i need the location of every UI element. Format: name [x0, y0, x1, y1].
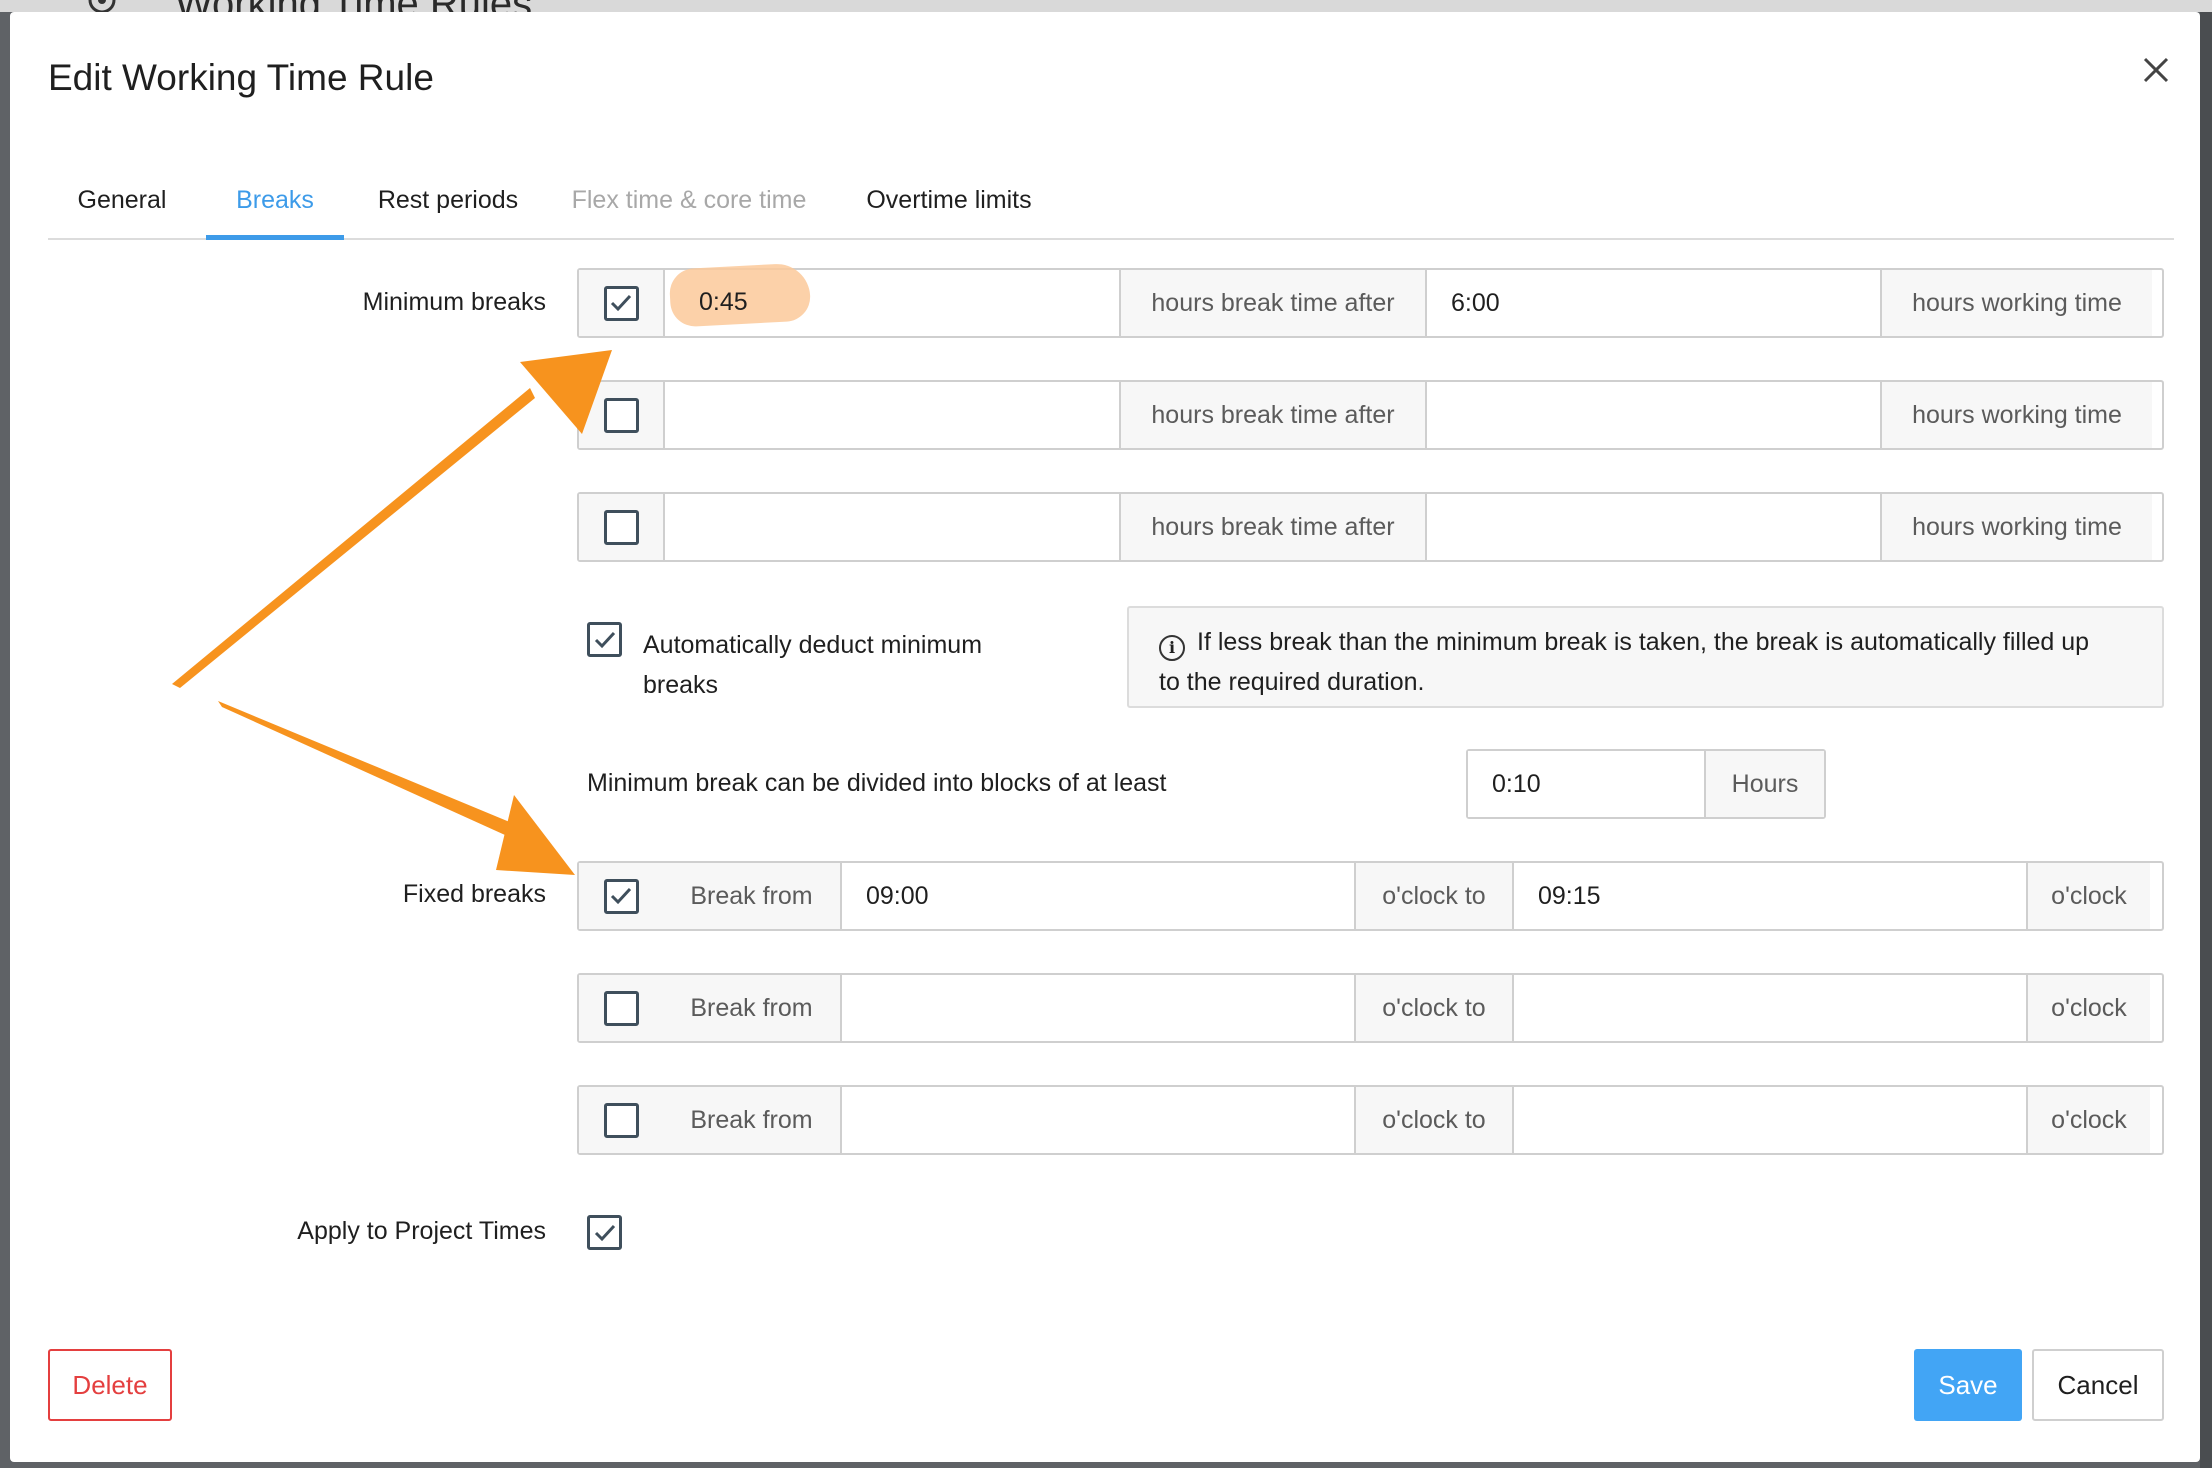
break-after-label: hours break time after [1119, 270, 1425, 336]
break-from-label: Break from [663, 1087, 840, 1153]
delete-button[interactable]: Delete [48, 1349, 172, 1421]
break-start-input[interactable]: 09:00 [840, 863, 1354, 929]
auto-deduct-label-line2: breaks [643, 671, 719, 699]
break-after-label: hours break time after [1119, 382, 1425, 448]
working-time-label: hours working time [1880, 494, 2152, 560]
tab-bar: General Breaks Rest periods Flex time & … [48, 162, 2174, 240]
save-button[interactable]: Save [1914, 1349, 2022, 1421]
checkbox-cell [579, 270, 663, 336]
working-time-input[interactable] [1425, 494, 1880, 560]
apply-project-checkbox-wrap [587, 1215, 622, 1250]
auto-deduct-label: Automatically deduct minimum breaks [643, 625, 982, 705]
fixed-break-checkbox[interactable] [603, 990, 639, 1026]
background-edge [2200, 12, 2212, 1468]
fixed-break-checkbox[interactable] [603, 1102, 639, 1138]
checkbox-cell [579, 382, 663, 448]
info-text-line2: to the required duration. [1159, 668, 1425, 696]
apply-project-label: Apply to Project Times [297, 1217, 546, 1245]
checkbox-cell [579, 975, 663, 1041]
checkbox-cell [579, 863, 663, 929]
minimum-break-row: hours break time after hours working tim… [577, 380, 2164, 450]
tab-general[interactable]: General [48, 162, 196, 240]
tab-rest-periods[interactable]: Rest periods [358, 162, 538, 240]
fixed-break-checkbox[interactable] [603, 878, 639, 914]
break-duration-value: 0:45 [699, 288, 748, 316]
break-after-label: hours break time after [1119, 494, 1425, 560]
close-button[interactable] [2128, 42, 2184, 98]
oclock-label: o'clock [2026, 975, 2150, 1041]
oclock-to-label: o'clock to [1354, 863, 1512, 929]
checkbox-cell [579, 1087, 663, 1153]
auto-deduct-checkbox-wrap [587, 622, 622, 657]
oclock-label: o'clock [2026, 863, 2150, 929]
minimum-break-row: hours break time after hours working tim… [577, 492, 2164, 562]
cancel-button[interactable]: Cancel [2032, 1349, 2164, 1421]
minimum-breaks-label: Minimum breaks [362, 288, 546, 316]
close-icon [2143, 57, 2169, 83]
working-time-label: hours working time [1880, 270, 2152, 336]
checkmark-icon [594, 631, 615, 648]
checkmark-icon [610, 294, 632, 312]
minimum-break-row: hours break time after 6:00 hours workin… [577, 268, 2164, 338]
working-time-label: hours working time [1880, 382, 2152, 448]
break-start-input[interactable] [840, 1087, 1354, 1153]
oclock-to-label: o'clock to [1354, 1087, 1512, 1153]
fixed-break-row: Break from 09:00 o'clock to 09:15 o'cloc… [577, 861, 2164, 931]
break-from-label: Break from [663, 975, 840, 1041]
auto-deduct-label-line1: Automatically deduct minimum [643, 631, 983, 659]
break-end-input[interactable] [1512, 1087, 2026, 1153]
working-time-input[interactable] [1425, 382, 1880, 448]
break-duration-input[interactable] [663, 382, 1119, 448]
fixed-break-row: Break from o'clock to o'clock [577, 973, 2164, 1043]
checkmark-icon [610, 887, 632, 905]
minimum-break-checkbox[interactable] [603, 509, 639, 545]
tab-overtime-limits[interactable]: Overtime limits [854, 162, 1044, 240]
block-duration-input[interactable]: 0:10 [1468, 751, 1704, 817]
tab-breaks[interactable]: Breaks [206, 162, 344, 240]
checkmark-icon [594, 1224, 615, 1241]
dialog-title: Edit Working Time Rule [48, 57, 434, 98]
info-text-line1: If less break than the minimum break is … [1197, 628, 2090, 656]
break-start-input[interactable] [840, 975, 1354, 1041]
oclock-to-label: o'clock to [1354, 975, 1512, 1041]
block-unit-label: Hours [1704, 751, 1824, 817]
auto-deduct-checkbox[interactable] [587, 622, 622, 657]
break-from-label: Break from [663, 863, 840, 929]
checkbox-cell [579, 494, 663, 560]
divide-blocks-group: 0:10 Hours [1466, 749, 1826, 819]
oclock-label: o'clock [2026, 1087, 2150, 1153]
minimum-break-checkbox[interactable] [603, 397, 639, 433]
info-box: i If less break than the minimum break is… [1127, 606, 2164, 708]
minimum-break-checkbox[interactable] [603, 285, 639, 321]
break-duration-input[interactable] [663, 494, 1119, 560]
fixed-breaks-label: Fixed breaks [402, 880, 546, 908]
working-time-input[interactable]: 6:00 [1425, 270, 1880, 336]
fixed-break-row: Break from o'clock to o'clock [577, 1085, 2164, 1155]
apply-project-checkbox[interactable] [587, 1215, 622, 1250]
divide-blocks-label: Minimum break can be divided into blocks… [587, 769, 1167, 797]
break-end-input[interactable]: 09:15 [1512, 863, 2026, 929]
info-icon: i [1159, 635, 1185, 661]
tab-flex-time: Flex time & core time [571, 186, 807, 214]
break-end-input[interactable] [1512, 975, 2026, 1041]
